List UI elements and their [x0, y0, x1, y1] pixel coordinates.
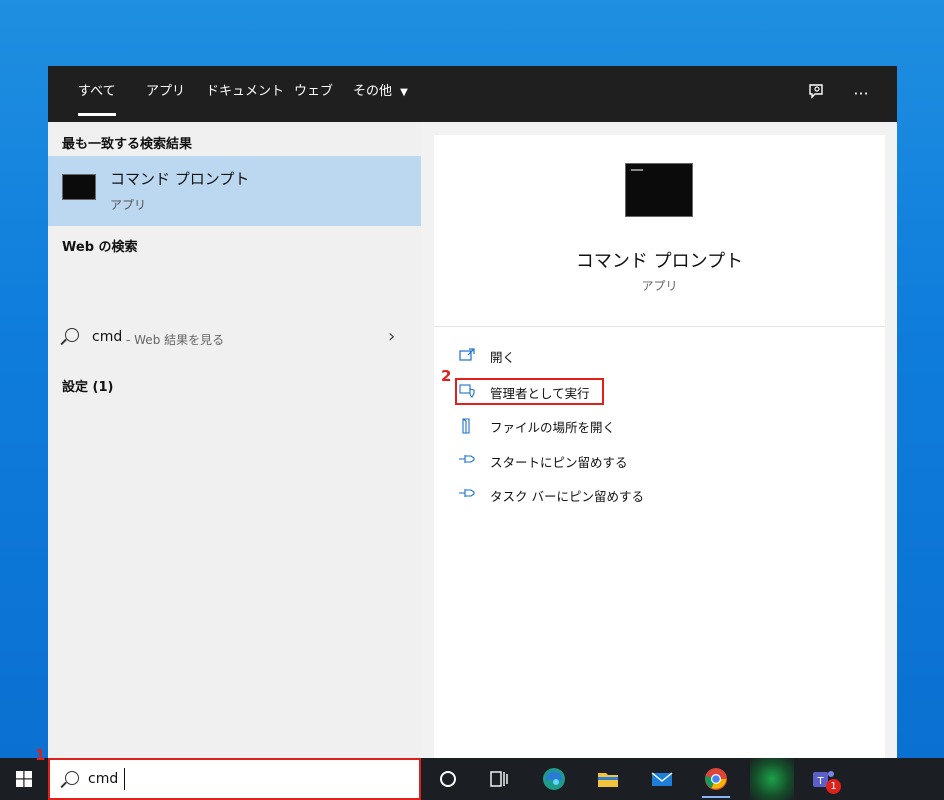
feedback-icon[interactable] [805, 82, 829, 106]
tab-more-label: その他 [353, 84, 393, 99]
search-icon [65, 328, 79, 342]
action-open-label: 開く [490, 350, 516, 365]
more-options-icon[interactable]: ··· [849, 82, 873, 106]
admin-highlight-box [455, 378, 604, 405]
pin-icon [458, 487, 476, 503]
mail-icon[interactable] [647, 764, 677, 794]
step-marker-2: 2 [441, 367, 452, 385]
web-search-header: Web の検索 [62, 240, 138, 255]
best-match-title: コマンド プロンプト [110, 170, 250, 188]
step-marker-1: 1 [35, 746, 46, 764]
open-icon [458, 348, 476, 364]
results-list: 最も一致する検索結果 コマンド プロンプト アプリ Web の検索 cmd - … [48, 122, 421, 758]
action-pin-to-taskbar[interactable]: タスク バーにピン留めする [458, 481, 698, 509]
settings-header[interactable]: 設定 (1) [62, 376, 113, 395]
taskbar: 1 T 1 [0, 746, 944, 800]
teams-icon[interactable]: T 1 [808, 764, 841, 794]
action-open-file-location[interactable]: ファイルの場所を開く [458, 412, 658, 440]
action-open-file-location-label: ファイルの場所を開く [490, 420, 616, 435]
best-match-item[interactable]: コマンド プロンプト アプリ [48, 156, 421, 226]
edge-icon[interactable] [539, 764, 569, 794]
chrome-icon[interactable] [701, 764, 731, 798]
pin-icon [458, 453, 476, 469]
tab-apps[interactable]: アプリ [146, 66, 185, 122]
best-match-header: 最も一致する検索結果 [62, 137, 193, 152]
web-result-item[interactable]: cmd - Web 結果を見る › [48, 324, 421, 360]
divider [434, 326, 885, 327]
web-result-suffix: - Web 結果を見る [126, 333, 225, 347]
tab-all[interactable]: すべて [78, 66, 116, 122]
action-pin-to-taskbar-label: タスク バーにピン留めする [490, 489, 644, 504]
file-explorer-icon[interactable] [593, 764, 623, 794]
command-prompt-large-icon [625, 163, 693, 217]
cortana-icon[interactable] [433, 764, 463, 794]
action-open[interactable]: 開く [458, 342, 658, 370]
chevron-down-icon: ▼ [400, 87, 408, 98]
file-location-icon [458, 418, 476, 434]
chevron-right-icon: › [388, 326, 396, 347]
tab-more[interactable]: その他 ▼ [353, 66, 408, 122]
tab-documents[interactable]: ドキュメント [206, 66, 284, 122]
detail-subtitle: アプリ [641, 279, 678, 293]
tab-web[interactable]: ウェブ [294, 66, 333, 122]
action-pin-to-start-label: スタートにピン留めする [490, 455, 628, 470]
best-match-subtitle: アプリ [110, 198, 147, 212]
detail-title: コマンド プロンプト [575, 251, 744, 272]
task-view-icon[interactable] [484, 764, 514, 794]
start-search-panel: すべて アプリ ドキュメント ウェブ その他 ▼ ··· 最も一致する検索結果 … [48, 66, 897, 758]
search-highlight-box [48, 758, 421, 800]
detail-pane: コマンド プロンプト アプリ 開く 管理者として実行 ファイルの場所を開く スタ… [434, 135, 885, 758]
search-tab-bar: すべて アプリ ドキュメント ウェブ その他 ▼ ··· [48, 66, 897, 122]
windows-logo-icon [16, 771, 32, 787]
teams-badge: 1 [826, 779, 841, 794]
start-button[interactable] [0, 758, 48, 800]
svg-text:T: T [816, 776, 824, 787]
app-icon[interactable] [750, 758, 794, 800]
command-prompt-icon [62, 174, 96, 200]
web-query: cmd [92, 329, 123, 345]
active-app-indicator [702, 796, 730, 798]
action-pin-to-start[interactable]: スタートにピン留めする [458, 447, 678, 475]
